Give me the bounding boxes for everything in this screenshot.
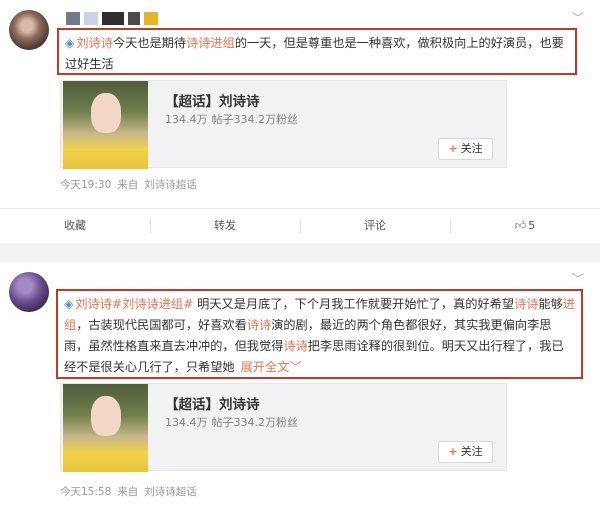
censor-block <box>128 12 140 25</box>
vip-badge-icon <box>144 12 158 25</box>
post-source[interactable]: 刘诗诗超话 <box>144 484 197 499</box>
post-time[interactable]: 今天19:30 <box>60 177 111 192</box>
thumbs-up-icon: 👍︎ <box>514 219 527 232</box>
mention-link[interactable]: 诗诗 <box>247 318 271 332</box>
post-text: ◈ 刘诗诗今天也是期待诗诗进组的一天，但是尊重也是一种喜欢，做积极向上的好演员，也… <box>57 28 577 75</box>
supertopic-thumbnail <box>63 384 148 472</box>
supertopic-link[interactable]: 刘诗诗# <box>75 297 122 311</box>
card-stats: 134.4万 帖子334.2万粉丝 <box>165 113 298 126</box>
supertopic-card[interactable]: 【超话】刘诗诗 134.4万 帖子334.2万粉丝 + 关注 <box>60 383 507 472</box>
censor-block <box>84 12 98 25</box>
plus-icon: + <box>448 142 458 155</box>
supertopic-card[interactable]: 【超话】刘诗诗 134.4万 帖子334.2万粉丝 + 关注 <box>60 80 507 169</box>
collect-button[interactable]: 收藏 <box>0 209 150 243</box>
chevron-down-icon: ﹀ <box>289 360 302 374</box>
post-1: ﹀ ◈ 刘诗诗今天也是期待诗诗进组的一天，但是尊重也是一种喜欢，做积极向上的好演员… <box>0 0 600 233</box>
supertopic-pin-icon: ◈ <box>64 297 74 311</box>
follow-button[interactable]: + 关注 <box>438 441 493 463</box>
comment-button[interactable]: 评论 <box>300 209 450 243</box>
supertopic-pin-icon: ◈ <box>65 36 75 50</box>
post-source[interactable]: 刘诗诗超话 <box>144 177 197 192</box>
action-bar: 收藏 转发 评论 👍︎ 5 <box>0 209 600 243</box>
like-button[interactable]: 👍︎ 5 <box>450 209 600 243</box>
card-title: 【超话】刘诗诗 <box>165 397 260 413</box>
post-meta: 今天15:58 来自 刘诗诗超话 <box>60 484 197 499</box>
follow-button[interactable]: + 关注 <box>438 138 493 160</box>
topic-link[interactable]: 刘诗诗进组# <box>122 297 193 311</box>
username-censored[interactable] <box>66 12 158 25</box>
feed-gap <box>0 243 600 262</box>
expand-full-text-link[interactable]: 展开全文﹀ <box>241 360 302 374</box>
post-time[interactable]: 今天15:58 <box>60 484 111 499</box>
card-stats: 134.4万 帖子334.2万粉丝 <box>165 416 298 429</box>
avatar[interactable] <box>9 10 49 50</box>
plus-icon: + <box>448 445 458 458</box>
supertopic-thumbnail <box>63 81 148 169</box>
supertopic-link[interactable]: 刘诗诗 <box>76 36 113 50</box>
censor-block <box>102 12 124 25</box>
avatar[interactable] <box>9 272 49 312</box>
post-text: ◈ 刘诗诗#刘诗诗进组# 明天又是月底了，下个月我工作就要开始忙了，真的好希望诗诗… <box>56 289 583 379</box>
mention-link[interactable]: 诗诗 <box>283 339 307 353</box>
post-meta: 今天19:30 来自 刘诗诗超话 <box>60 177 197 192</box>
topic-link[interactable]: 诗诗进组 <box>186 36 235 50</box>
repost-button[interactable]: 转发 <box>150 209 300 243</box>
mention-link[interactable]: 诗诗 <box>514 297 538 311</box>
censor-block <box>66 12 80 25</box>
card-title: 【超话】刘诗诗 <box>165 94 260 110</box>
chevron-down-icon[interactable]: ﹀ <box>570 271 586 287</box>
chevron-down-icon[interactable]: ﹀ <box>570 10 586 26</box>
